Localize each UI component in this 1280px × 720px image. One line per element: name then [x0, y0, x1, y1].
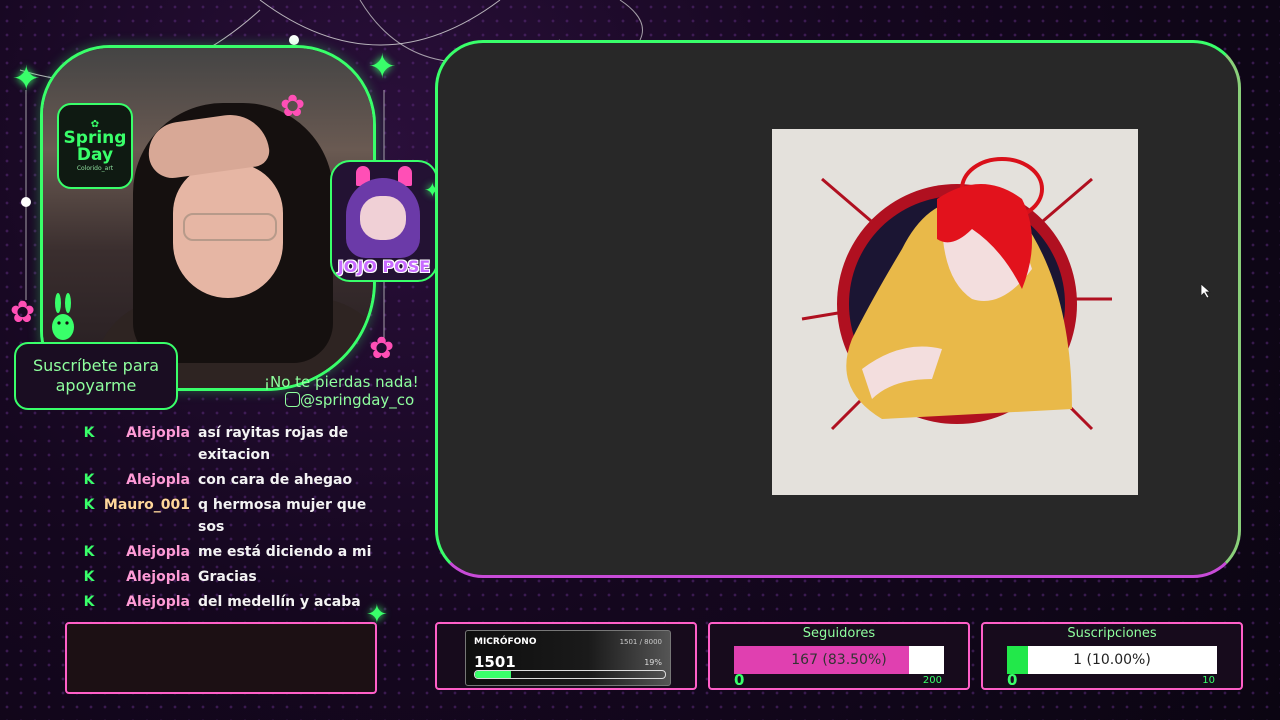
chat-message: K Alejopla con cara de ahegao	[78, 469, 378, 491]
avatar-emote: JOJO POSE	[330, 160, 438, 282]
subs-goal-max: 10	[1202, 675, 1215, 686]
spring-day-logo: ✿ Spring Day Colorido_art	[57, 103, 133, 189]
followers-goal-bar: 167 (83.50%)	[734, 646, 944, 674]
logo-line-2: Day	[76, 145, 114, 165]
flower-icon: ✿	[369, 331, 395, 366]
mic-level-bar	[474, 670, 666, 679]
avatar-face	[360, 196, 406, 240]
mic-title: MICRÓFONO	[474, 637, 537, 647]
chat-username[interactable]: Alejopla	[100, 541, 198, 563]
followers-goal-label: 167 (83.50%)	[791, 652, 887, 668]
mic-level-fill	[475, 671, 512, 678]
mic-value: 1501	[474, 653, 516, 671]
chat-username[interactable]: Mauro_001	[100, 494, 198, 538]
mic-percent: 19%	[644, 658, 662, 667]
chat-username[interactable]: Alejopla	[100, 422, 198, 466]
subs-goal-min: 0	[1007, 671, 1018, 689]
chat-username[interactable]: Alejopla	[100, 591, 198, 613]
mouse-cursor-icon	[1200, 283, 1212, 299]
chat-message-text: q hermosa mujer que sos	[198, 497, 367, 535]
flower-icon: ✿	[10, 295, 36, 330]
chat-message-text: así rayitas rojas de exitacion	[198, 425, 349, 463]
subs-goal-bar: 1 (10.00%)	[1007, 646, 1217, 674]
followers-goal-widget: Seguidores 167 (83.50%) 0 200	[708, 622, 970, 690]
chat-badge-icon: K	[83, 472, 95, 488]
social-handle: @springday_co	[300, 391, 415, 409]
chat-badge-icon: K	[83, 425, 95, 441]
bunny-icon	[52, 293, 74, 340]
subscribe-banner: Suscríbete para apoyarme	[14, 342, 178, 410]
chat-badge-icon: K	[83, 497, 95, 513]
avatar-tag: JOJO POSE	[337, 257, 431, 276]
subs-goal-widget: Suscripciones 1 (10.00%) 0 10	[981, 622, 1243, 690]
sparkle-icon: ✦	[12, 59, 41, 99]
flower-icon: ✿	[280, 89, 306, 124]
chat-badge-icon: K	[83, 544, 95, 560]
chat-message-text: del medellín y acaba	[198, 594, 361, 610]
followers-goal-title: Seguidores	[802, 626, 876, 641]
subscribe-line-2: apoyarme	[55, 376, 137, 395]
logo-line-3: Colorido_art	[76, 165, 114, 172]
chat-message: K Alejopla me está diciendo a mi	[78, 541, 378, 563]
chat-list: K Alejopla así rayitas rojas de exitacion K…	[78, 422, 378, 616]
chat-message-text: Gracias	[198, 569, 257, 585]
webcam-frame	[40, 45, 376, 391]
chat-message: K Mauro_001 q hermosa mujer que sos	[78, 494, 378, 538]
chat-username[interactable]: Alejopla	[100, 469, 198, 491]
chat-message-text: con cara de ahegao	[198, 472, 353, 488]
followers-goal-min: 0	[734, 671, 745, 689]
sparkle-icon: ✦	[368, 47, 397, 87]
subs-goal-label: 1 (10.00%)	[1073, 652, 1151, 668]
chat-message: K Alejopla así rayitas rojas de exitacion	[78, 422, 378, 466]
subscribe-line-1: Suscríbete para	[33, 356, 159, 375]
artwork-canvas	[772, 129, 1138, 495]
subs-goal-title: Suscripciones	[1067, 626, 1157, 641]
glasses	[183, 213, 277, 241]
chat-badge-icon: K	[83, 569, 95, 585]
chat-message: K Alejopla Gracias	[78, 566, 378, 588]
social-tagline: ¡No te pierdas nada!	[264, 373, 419, 391]
mic-max-label: 1501 / 8000	[619, 638, 662, 646]
followers-goal-max: 200	[922, 675, 942, 686]
chat-message: K Alejopla del medellín y acaba	[78, 591, 378, 613]
chat-username[interactable]: Alejopla	[100, 566, 198, 588]
chat-message-text: me está diciendo a mi	[198, 544, 372, 560]
chat-input-box	[65, 622, 377, 694]
microphone-widget: MICRÓFONO 1501 / 8000 1501 19%	[435, 622, 697, 690]
chat-badge-icon: K	[83, 594, 95, 610]
